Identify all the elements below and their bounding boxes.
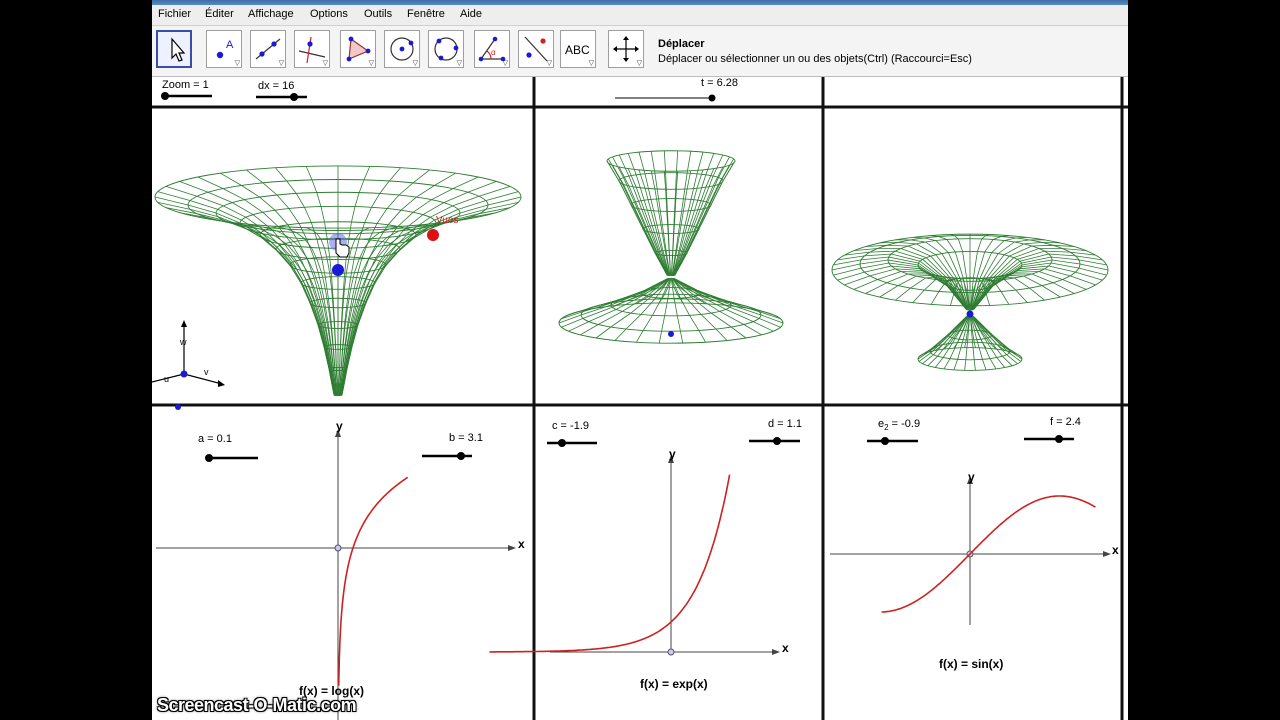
- axis-v-label: v: [204, 367, 209, 377]
- a-slider-label: a = 0.1: [198, 433, 232, 445]
- zoom-slider[interactable]: [161, 92, 212, 100]
- graphics-canvas[interactable]: Vues w u v x y x y x y: [152, 77, 1128, 720]
- zoom-slider-label: Zoom = 1: [162, 79, 209, 91]
- exp-curve[interactable]: [489, 474, 731, 653]
- selected-point[interactable]: [332, 264, 344, 276]
- log-plot-x-label: x: [518, 537, 525, 551]
- svg-text:A: A: [226, 39, 234, 51]
- menu-bar: Fichier Éditer Affichage Options Outils …: [152, 5, 1128, 26]
- t-slider[interactable]: [615, 94, 716, 102]
- reflect-tool-button[interactable]: ▽: [518, 30, 554, 68]
- cursor-arrow-icon: [171, 37, 186, 62]
- polygon-tool-button[interactable]: ▽: [340, 30, 376, 68]
- hourglass-surface[interactable]: [558, 150, 784, 344]
- c-slider-label: c = -1.9: [552, 420, 589, 432]
- angle-tool-button[interactable]: α ▽: [474, 30, 510, 68]
- dx-slider[interactable]: [256, 93, 307, 101]
- exp-function-label: f(x) = exp(x): [640, 677, 708, 691]
- surface3-point[interactable]: [966, 310, 974, 318]
- dx-slider-label: dx = 16: [258, 80, 295, 92]
- surface2-point[interactable]: [668, 331, 674, 337]
- hat-surface[interactable]: [831, 233, 1109, 371]
- menu-editer[interactable]: Éditer: [205, 8, 234, 20]
- point-tool-button[interactable]: A ▽: [206, 30, 242, 68]
- vues-point[interactable]: [427, 229, 439, 241]
- f-slider[interactable]: [1024, 435, 1074, 443]
- log-curve[interactable]: [337, 476, 409, 686]
- tool-help-title: Déplacer: [658, 38, 705, 50]
- e2-slider[interactable]: [867, 437, 918, 445]
- sin-plot-y-label: y: [968, 470, 975, 484]
- log-plot-axes: [156, 429, 516, 720]
- geogebra-window: Fichier Éditer Affichage Options Outils …: [152, 0, 1128, 720]
- sin-plot-x-label: x: [1112, 543, 1119, 557]
- perpendicular-tool-button[interactable]: ▽: [294, 30, 330, 68]
- menu-affichage[interactable]: Affichage: [248, 8, 294, 20]
- e2-slider-label: e2 = -0.9: [878, 418, 921, 433]
- svg-text:ABC: ABC: [565, 43, 590, 57]
- line-tool-button[interactable]: ▽: [250, 30, 286, 68]
- menu-fichier[interactable]: Fichier: [158, 8, 191, 20]
- move-graphics-tool-button[interactable]: ▽: [608, 30, 644, 68]
- b-slider-label: b = 3.1: [449, 432, 483, 444]
- tool-help-description: Déplacer ou sélectionner un ou des objet…: [658, 53, 972, 65]
- funnel-surface[interactable]: [154, 165, 522, 397]
- toolbar: A ▽ ▽ ▽ ▽ ▽ ▽ α ▽ ▽ ABC ▽ ▽ Déplacer Dép…: [152, 26, 1128, 77]
- menu-outils[interactable]: Outils: [364, 8, 392, 20]
- menu-options[interactable]: Options: [310, 8, 348, 20]
- d-slider-label: d = 1.1: [768, 418, 802, 430]
- circle-tool-button[interactable]: ▽: [384, 30, 420, 68]
- exp-plot-y-label: y: [669, 447, 676, 461]
- move-tool-button[interactable]: [156, 30, 192, 68]
- c-slider[interactable]: [547, 439, 597, 447]
- axes-3d: [152, 320, 225, 410]
- t-slider-label: t = 6.28: [701, 77, 739, 89]
- conic-tool-button[interactable]: ▽: [428, 30, 464, 68]
- graphics-views: Vues w u v x y x y x y Zoom = 1 dx = 16 …: [152, 77, 1128, 720]
- f-slider-label: f = 2.4: [1050, 416, 1081, 428]
- log-plot-y-label: y: [336, 419, 343, 433]
- svg-text:α: α: [491, 48, 496, 57]
- exp-plot-axes: [550, 455, 780, 656]
- sin-function-label: f(x) = sin(x): [939, 657, 1004, 671]
- vues-point-label: Vues: [436, 215, 458, 226]
- a-slider[interactable]: [205, 454, 258, 462]
- screencast-watermark: Screencast-O-Matic.com: [157, 695, 357, 715]
- exp-plot-x-label: x: [782, 641, 789, 655]
- b-slider[interactable]: [422, 452, 472, 460]
- axis-w-label: w: [179, 337, 187, 347]
- text-tool-button[interactable]: ABC ▽: [560, 30, 596, 68]
- axis-u-label: u: [164, 374, 169, 384]
- menu-aide[interactable]: Aide: [460, 8, 482, 20]
- menu-fenetre[interactable]: Fenêtre: [407, 8, 445, 20]
- sin-plot-axes: [830, 476, 1111, 625]
- d-slider[interactable]: [749, 437, 800, 445]
